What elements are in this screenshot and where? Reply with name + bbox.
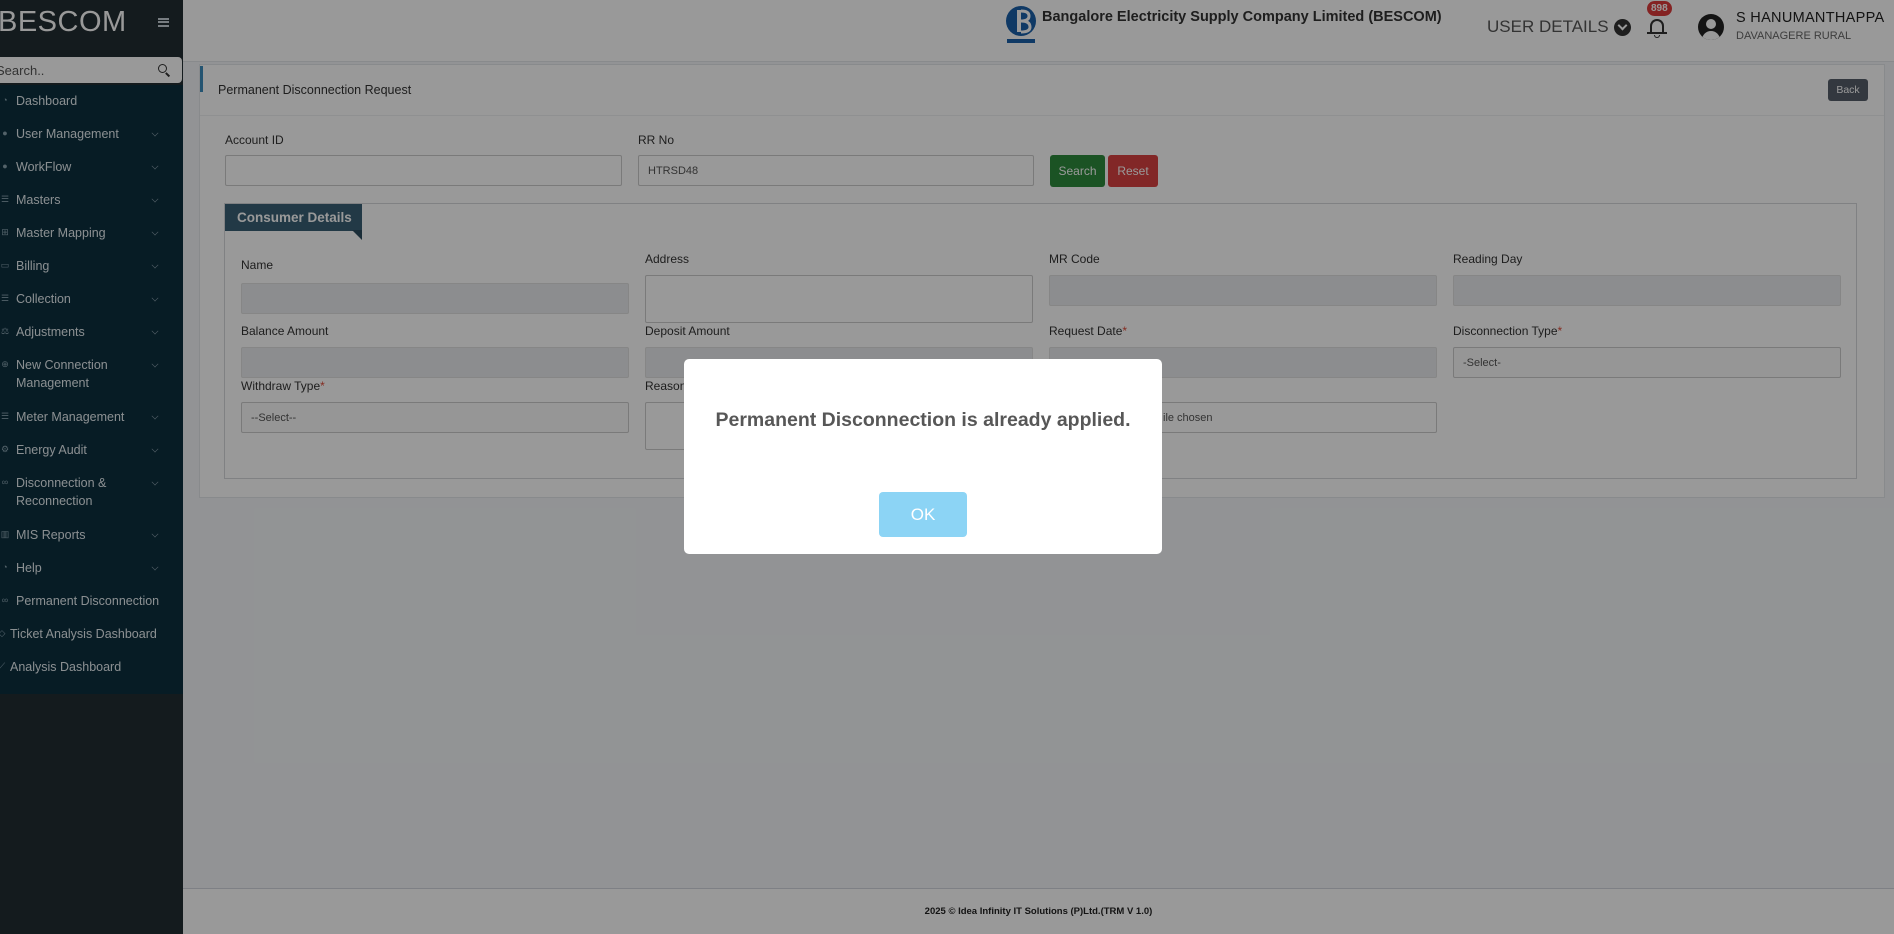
modal-message: Permanent Disconnection is already appli… xyxy=(715,409,1131,431)
ok-button[interactable]: OK xyxy=(879,492,967,537)
alert-modal: Permanent Disconnection is already appli… xyxy=(684,359,1162,554)
